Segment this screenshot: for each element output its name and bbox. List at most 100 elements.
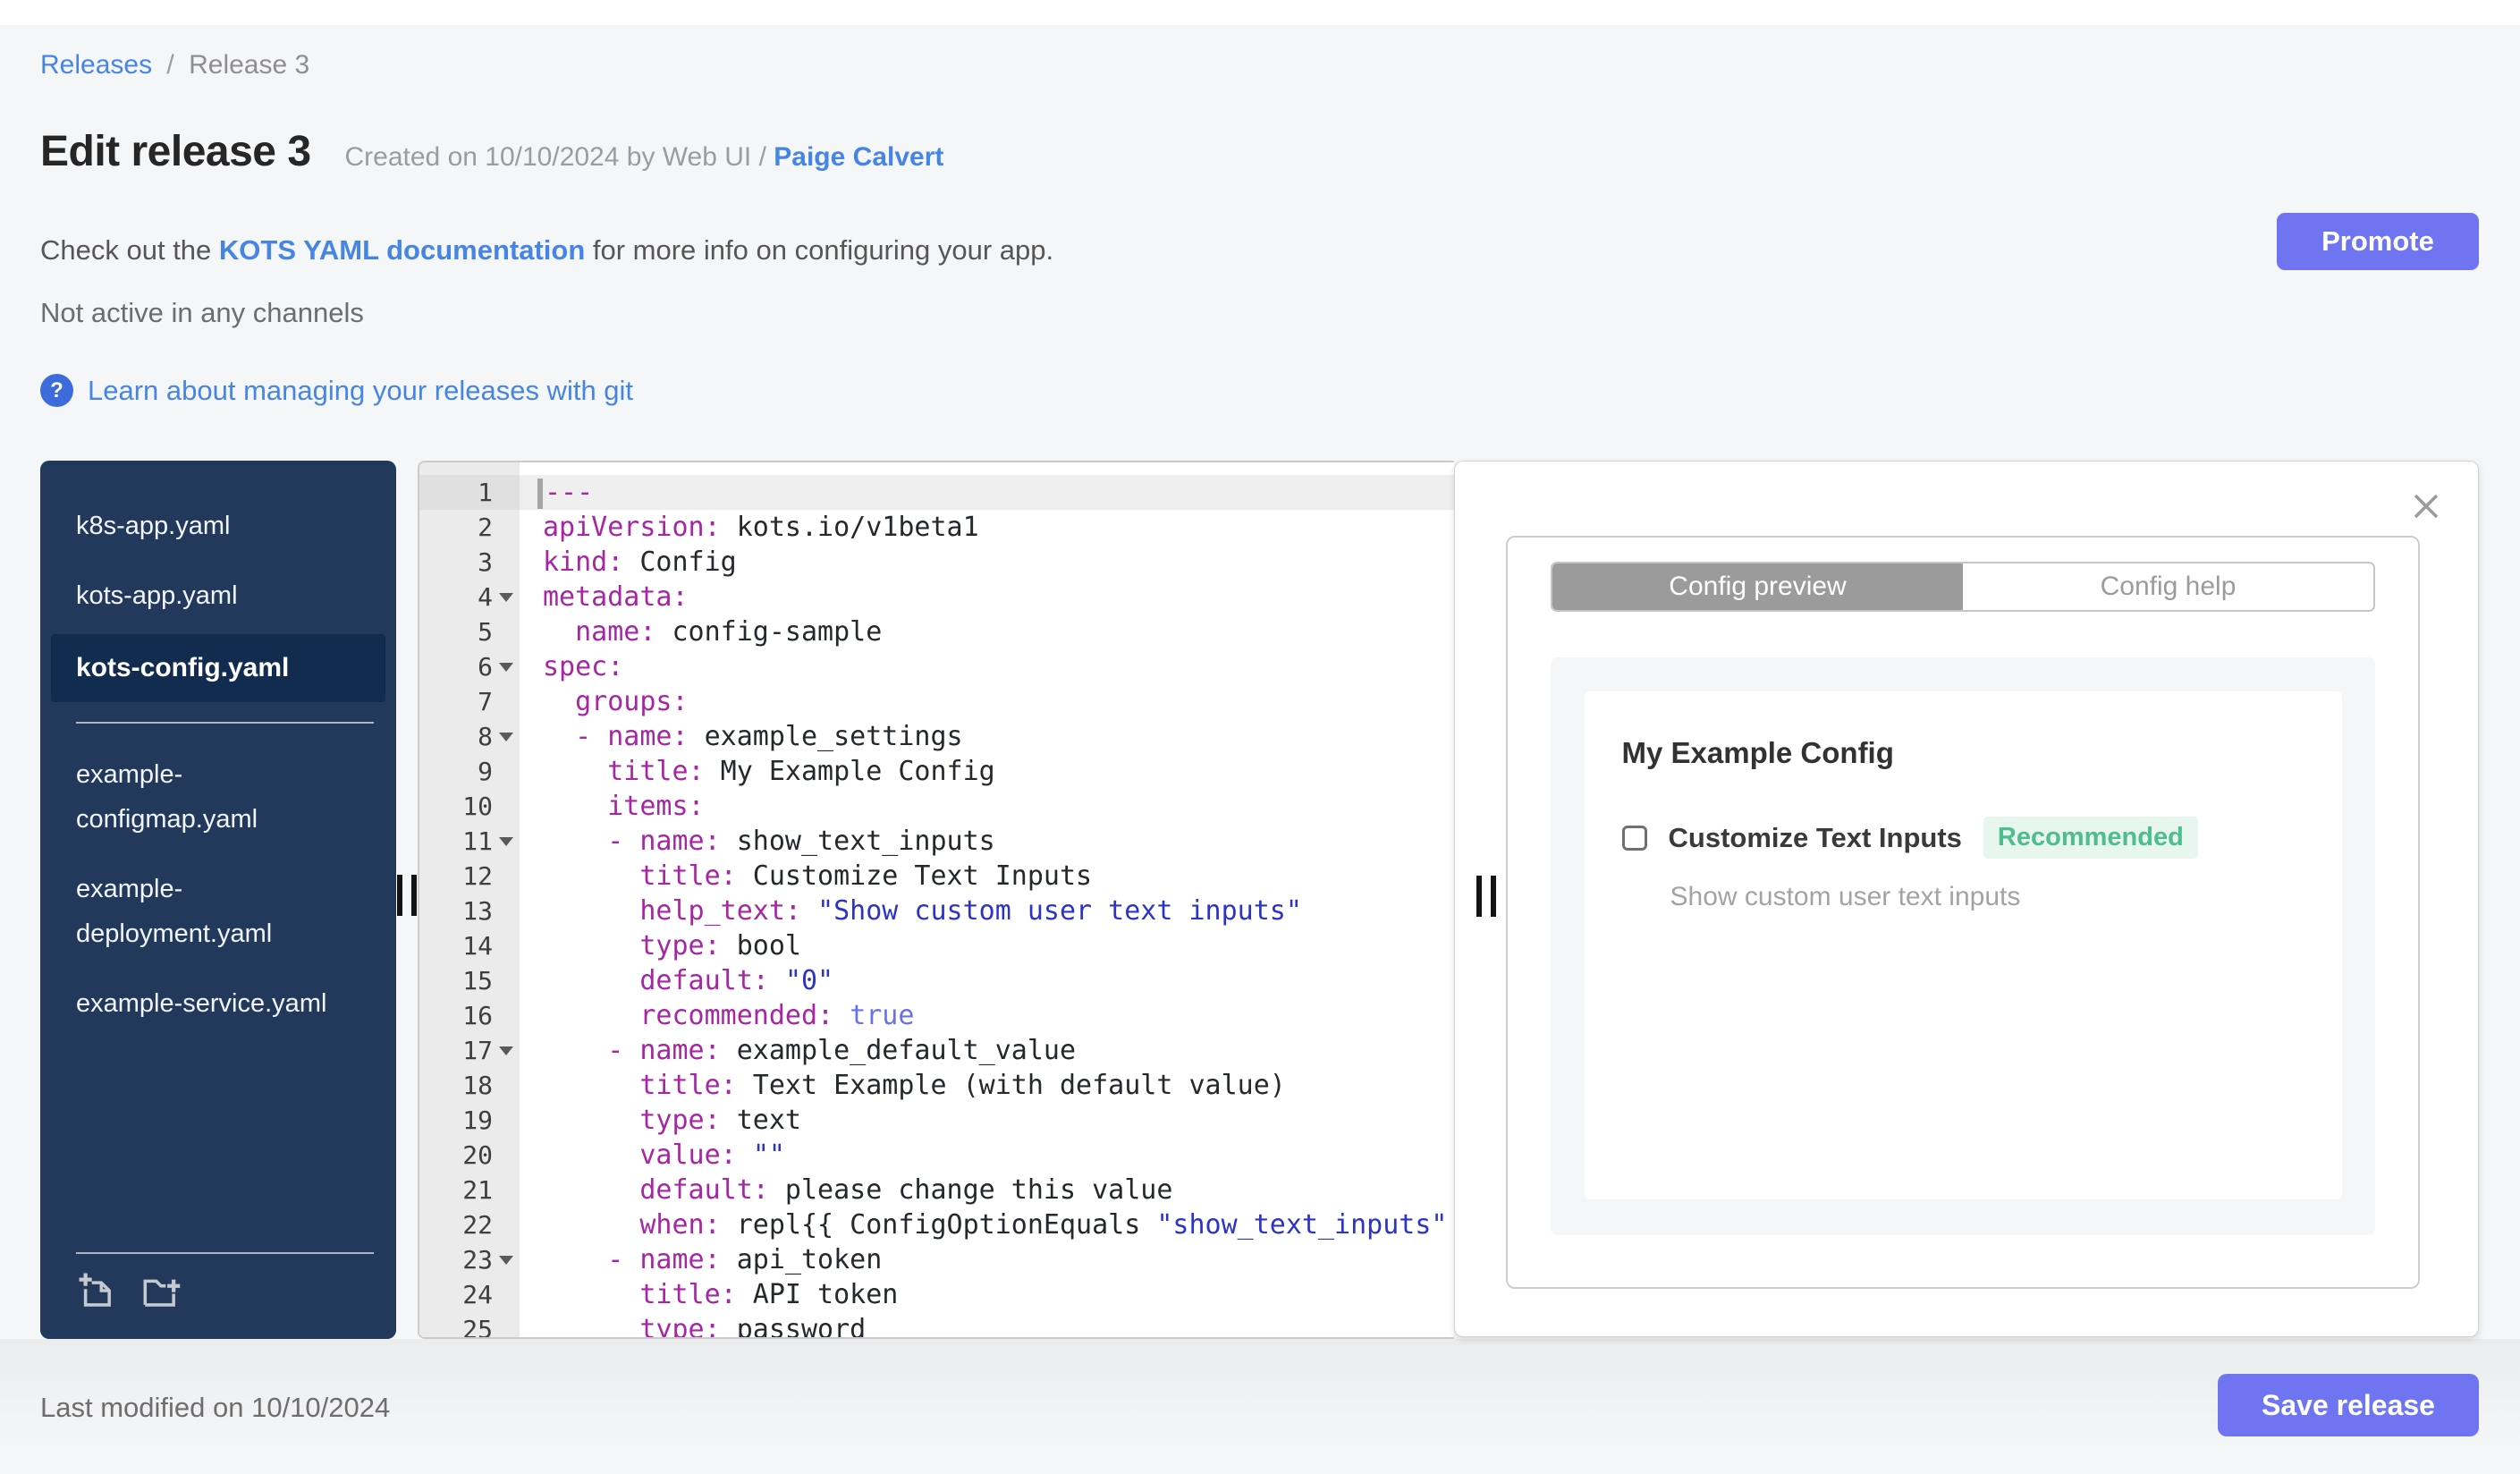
new-file-icon[interactable]: [76, 1270, 117, 1316]
kots-docs-link[interactable]: KOTS YAML documentation: [219, 234, 585, 266]
file-item-example-service.yaml[interactable]: example-service.yaml: [40, 972, 396, 1035]
gutter-line-17[interactable]: 17: [419, 1033, 520, 1068]
top-strip: [0, 0, 2520, 25]
preview-card: Config preview Config help My Example Con…: [1506, 536, 2420, 1289]
gutter-line-1[interactable]: 1: [419, 475, 520, 510]
gutter-line-4[interactable]: 4: [419, 580, 520, 614]
code-line-18[interactable]: title: Text Example (with default value): [543, 1068, 1454, 1103]
docs-prefix: Check out the: [40, 234, 219, 266]
gutter-line-24[interactable]: 24: [419, 1277, 520, 1312]
save-release-button[interactable]: Save release: [2218, 1374, 2479, 1436]
fold-arrow-icon[interactable]: [499, 732, 513, 741]
code-line-22[interactable]: when: repl{{ ConfigOptionEquals "show_te…: [543, 1207, 1454, 1242]
gutter-line-12[interactable]: 12: [419, 859, 520, 894]
code-line-5[interactable]: name: config-sample: [543, 614, 1454, 649]
code-line-25[interactable]: type: password: [543, 1312, 1454, 1337]
gutter-line-10[interactable]: 10: [419, 789, 520, 824]
gutter-line-25[interactable]: 25: [419, 1312, 520, 1337]
file-item-example-deployment.yaml[interactable]: example-deployment.yaml: [40, 858, 396, 965]
gutter-line-9[interactable]: 9: [419, 754, 520, 789]
last-modified-text: Last modified on 10/10/2024: [40, 1392, 391, 1423]
code-line-10[interactable]: items:: [543, 789, 1454, 824]
breadcrumb-releases-link[interactable]: Releases: [40, 50, 152, 80]
code-lines[interactable]: --- apiVersion: kots.io/v1beta1 kind: Conf…: [520, 462, 1454, 1337]
code-line-17[interactable]: - name: example_default_value: [543, 1033, 1454, 1068]
code-line-9[interactable]: title: My Example Config: [543, 754, 1454, 789]
code-line-12[interactable]: title: Customize Text Inputs: [543, 859, 1454, 894]
code-line-15[interactable]: default: "0": [543, 963, 1454, 998]
git-help-link[interactable]: Learn about managing your releases with …: [88, 375, 633, 407]
sidebar-actions: [40, 1254, 396, 1339]
gutter-line-3[interactable]: 3: [419, 545, 520, 580]
file-item-k8s-app.yaml[interactable]: k8s-app.yaml: [40, 495, 396, 557]
sidebar-footer-divider: [76, 1252, 374, 1254]
created-text: Created on 10/10/2024 by Web UI / Paige …: [345, 142, 944, 173]
gutter-line-6[interactable]: 6: [419, 649, 520, 684]
close-icon[interactable]: [2410, 490, 2442, 522]
config-item-row: Customize Text Inputs Recommended: [1621, 817, 2342, 859]
gutter-line-20[interactable]: 20: [419, 1138, 520, 1173]
gutter-line-5[interactable]: 5: [419, 614, 520, 649]
new-folder-icon[interactable]: [140, 1270, 182, 1316]
gutter-line-15[interactable]: 15: [419, 963, 520, 998]
tab-config-preview[interactable]: Config preview: [1552, 563, 1963, 610]
config-item-label[interactable]: Customize Text Inputs: [1669, 822, 1962, 854]
gutter-line-7[interactable]: 7: [419, 684, 520, 719]
tab-config-help[interactable]: Config help: [1963, 563, 2373, 610]
code-line-8[interactable]: - name: example_settings: [543, 719, 1454, 754]
config-group-title: My Example Config: [1621, 736, 1894, 769]
promote-button[interactable]: Promote: [2277, 213, 2479, 270]
gutter-line-11[interactable]: 11: [419, 824, 520, 859]
file-list: k8s-app.yaml kots-app.yaml kots-config.yam…: [40, 461, 396, 1035]
config-item-help-text: Show custom user text inputs: [1670, 882, 2021, 911]
file-item-kots-config.yaml[interactable]: kots-config.yaml: [51, 634, 385, 702]
fold-arrow-icon[interactable]: [499, 662, 513, 672]
code-line-13[interactable]: help_text: "Show custom user text inputs…: [543, 894, 1454, 928]
code-line-23[interactable]: - name: api_token: [543, 1242, 1454, 1277]
author-link[interactable]: Paige Calvert: [774, 142, 943, 172]
code-line-20[interactable]: value: "": [543, 1138, 1454, 1173]
code-line-16[interactable]: recommended: true: [543, 998, 1454, 1033]
editor-gutter: 1 2 3 4 5 6 7 8 9 10 11 12 13 14 15 16 17 18 19 20 21 22 23 24 2…: [419, 462, 520, 1337]
gutter-line-21[interactable]: 21: [419, 1173, 520, 1207]
code-line-24[interactable]: title: API token: [543, 1277, 1454, 1312]
gutter-line-14[interactable]: 14: [419, 928, 520, 963]
gutter-line-18[interactable]: 18: [419, 1068, 520, 1103]
customize-text-inputs-checkbox[interactable]: [1621, 825, 1647, 851]
gutter-line-19[interactable]: 19: [419, 1103, 520, 1138]
code-line-2[interactable]: apiVersion: kots.io/v1beta1: [543, 510, 1454, 545]
breadcrumb-separator: /: [166, 50, 174, 80]
fold-arrow-icon[interactable]: [499, 836, 513, 846]
code-line-21[interactable]: default: please change this value: [543, 1173, 1454, 1207]
fold-arrow-icon[interactable]: [499, 1046, 513, 1055]
preview-resize-handle[interactable]: [1476, 876, 1500, 917]
preview-tabs: Config preview Config help: [1551, 562, 2375, 612]
config-render-area: My Example Config Customize Text Inputs …: [1551, 657, 2375, 1235]
gutter-line-22[interactable]: 22: [419, 1207, 520, 1242]
file-sidebar: k8s-app.yaml kots-app.yaml kots-config.yam…: [40, 461, 396, 1339]
question-icon[interactable]: ?: [40, 374, 73, 407]
gutter-line-2[interactable]: 2: [419, 510, 520, 545]
gutter-line-16[interactable]: 16: [419, 998, 520, 1033]
code-line-14[interactable]: type: bool: [543, 928, 1454, 963]
git-help-row: ? Learn about managing your releases wit…: [40, 374, 633, 407]
code-line-4[interactable]: metadata:: [543, 580, 1454, 614]
code-line-7[interactable]: groups:: [543, 684, 1454, 719]
code-line-6[interactable]: spec:: [543, 649, 1454, 684]
file-list-divider: [76, 722, 374, 724]
file-item-kots-app.yaml[interactable]: kots-app.yaml: [40, 564, 396, 627]
gutter-line-8[interactable]: 8: [419, 719, 520, 754]
fold-arrow-icon[interactable]: [499, 592, 513, 602]
file-item-example-configmap.yaml[interactable]: example-configmap.yaml: [40, 743, 396, 851]
gutter-line-13[interactable]: 13: [419, 894, 520, 928]
code-line-1[interactable]: ---: [520, 475, 1454, 510]
code-line-11[interactable]: - name: show_text_inputs: [543, 824, 1454, 859]
created-prefix: Created on 10/10/2024 by Web UI /: [344, 142, 766, 172]
breadcrumb: Releases / Release 3: [40, 50, 309, 80]
config-group-card: My Example Config Customize Text Inputs …: [1584, 691, 2342, 1199]
yaml-editor[interactable]: 1 2 3 4 5 6 7 8 9 10 11 12 13 14 15 16 17 18 19 20 21 22 23 24 2…: [418, 461, 1454, 1339]
gutter-line-23[interactable]: 23: [419, 1242, 520, 1277]
code-line-3[interactable]: kind: Config: [543, 545, 1454, 580]
code-line-19[interactable]: type: text: [543, 1103, 1454, 1138]
fold-arrow-icon[interactable]: [499, 1255, 513, 1265]
